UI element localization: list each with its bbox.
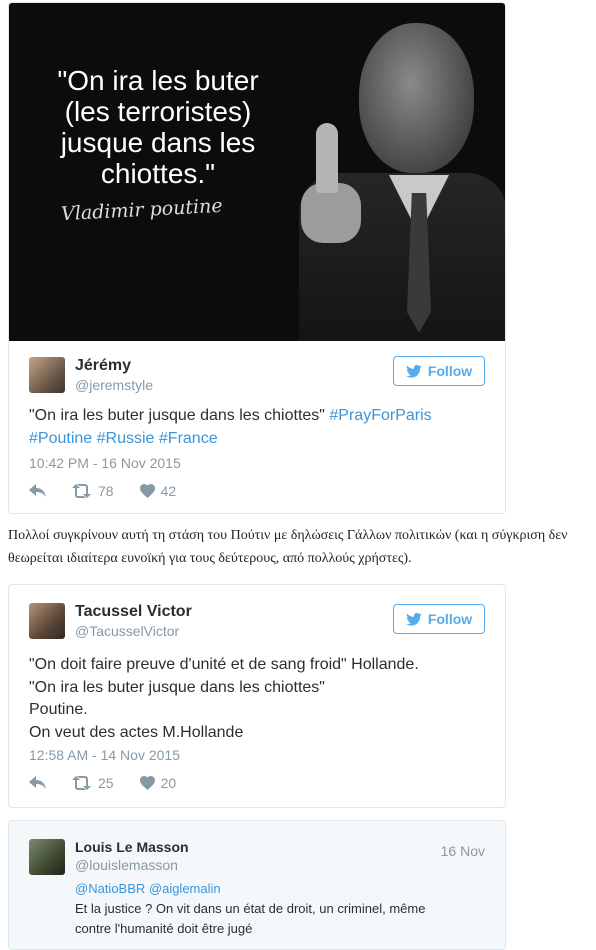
author-handle[interactable]: @TacusselVictor (75, 623, 179, 639)
author-name[interactable]: Tacussel Victor (75, 603, 192, 621)
hashtag-france[interactable]: #France (159, 430, 218, 447)
tweet-card-jeremy[interactable]: "On ira les buter (les terroristes) jusq… (8, 2, 506, 514)
reply-icon (29, 776, 46, 789)
retweet-icon (72, 484, 91, 498)
reply-button[interactable] (29, 776, 46, 790)
hashtag-prayforparis[interactable]: #PrayForParis (329, 407, 431, 424)
retweet-button[interactable]: 78 (72, 483, 114, 499)
follow-label: Follow (427, 363, 473, 379)
avatar[interactable] (29, 839, 65, 875)
author-name[interactable]: Jérémy (75, 357, 131, 375)
tweet-header: Louis Le Masson @louislemasson (29, 839, 429, 883)
hashtag-russie[interactable]: #Russie (97, 430, 155, 447)
tweet-card-tacussel[interactable]: Tacussel Victor @TacusselVictor Follow "… (8, 584, 506, 808)
like-count: 20 (160, 775, 177, 791)
retweet-count: 25 (98, 775, 114, 791)
retweet-icon (72, 776, 91, 790)
twitter-bird-icon (406, 364, 422, 378)
avatar[interactable] (29, 603, 65, 639)
avatar[interactable] (29, 357, 65, 393)
follow-button[interactable]: Follow (393, 356, 485, 386)
reply-button[interactable] (29, 484, 46, 498)
tweet-photo[interactable]: "On ira les buter (les terroristes) jusq… (9, 3, 505, 341)
retweet-button[interactable]: 25 (72, 775, 114, 791)
author-handle[interactable]: @louislemasson (75, 857, 178, 873)
photo-quote: "On ira les buter (les terroristes) jusq… (57, 65, 259, 189)
like-count: 42 (160, 483, 177, 499)
reply-icon (29, 484, 46, 497)
tweet-text: "On ira les buter jusque dans les chiott… (29, 407, 432, 447)
photo-person (289, 3, 505, 341)
tweet-text: "On doit faire preuve d'unité et de sang… (29, 656, 419, 741)
tweet-date[interactable]: 16 Nov (441, 843, 485, 859)
follow-label: Follow (427, 611, 473, 627)
tweet-timestamp[interactable]: 10:42 PM - 16 Nov 2015 (29, 455, 181, 471)
author-name[interactable]: Louis Le Masson (75, 839, 189, 855)
retweet-count: 78 (98, 483, 114, 499)
article-paragraph: Πολλοί συγκρίνουν αυτή τη στάση του Πούτ… (8, 528, 568, 566)
tweet-actions: 25 20 (29, 773, 202, 793)
heart-icon (139, 484, 155, 498)
mentions[interactable]: @NatioBBR @aiglemalin (75, 879, 495, 899)
tweet-actions: 78 42 (29, 481, 202, 501)
hashtag-poutine[interactable]: #Poutine (29, 430, 92, 447)
follow-button[interactable]: Follow (393, 604, 485, 634)
author-handle[interactable]: @jeremstyle (75, 377, 153, 393)
twitter-bird-icon (406, 612, 422, 626)
photo-signature: Vladimir poutine (60, 194, 224, 226)
heart-icon (139, 776, 155, 790)
tweet-card-louis[interactable]: Louis Le Masson @louislemasson 16 Nov @N… (8, 820, 506, 950)
tweet-timestamp[interactable]: 12:58 AM - 14 Nov 2015 (29, 747, 180, 763)
like-button[interactable]: 20 (139, 775, 177, 791)
like-button[interactable]: 42 (139, 483, 177, 499)
tweet-text: @NatioBBR @aiglemalin Et la justice ? On… (75, 879, 495, 939)
